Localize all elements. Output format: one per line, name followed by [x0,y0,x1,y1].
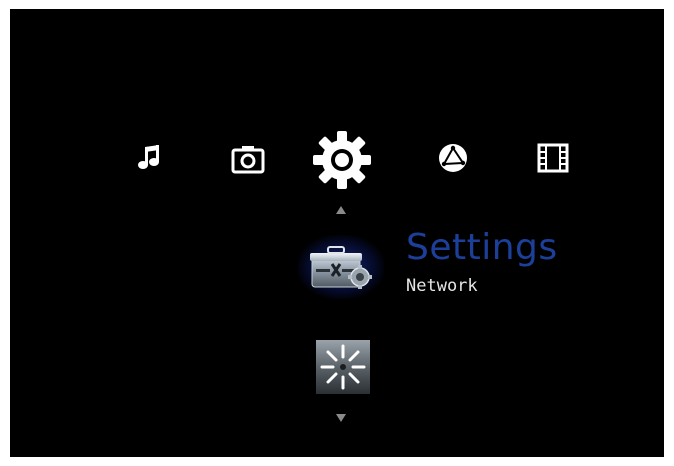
menu-subtitle: Network [406,276,478,296]
gear-icon [313,131,371,189]
category-settings[interactable] [312,130,372,190]
triangle-up-icon [336,206,346,214]
triangle-down-icon [336,414,346,422]
menu-item-network[interactable] [302,239,380,295]
globe-icon [439,144,467,172]
film-strip-icon [537,143,569,173]
network-toolbox-icon [310,246,372,289]
loading-spinner-icon [316,340,370,394]
category-photo[interactable] [231,144,265,174]
category-video[interactable] [537,143,569,173]
menu-title: Settings [406,227,558,268]
category-online[interactable] [437,142,469,174]
scroll-down-arrow[interactable] [336,414,346,422]
scroll-up-arrow[interactable] [336,206,346,214]
music-note-icon [138,145,159,169]
category-music[interactable] [136,143,164,173]
media-menu-screen: Settings Network [10,9,664,457]
menu-item-next[interactable] [316,340,370,394]
camera-icon [231,146,265,174]
